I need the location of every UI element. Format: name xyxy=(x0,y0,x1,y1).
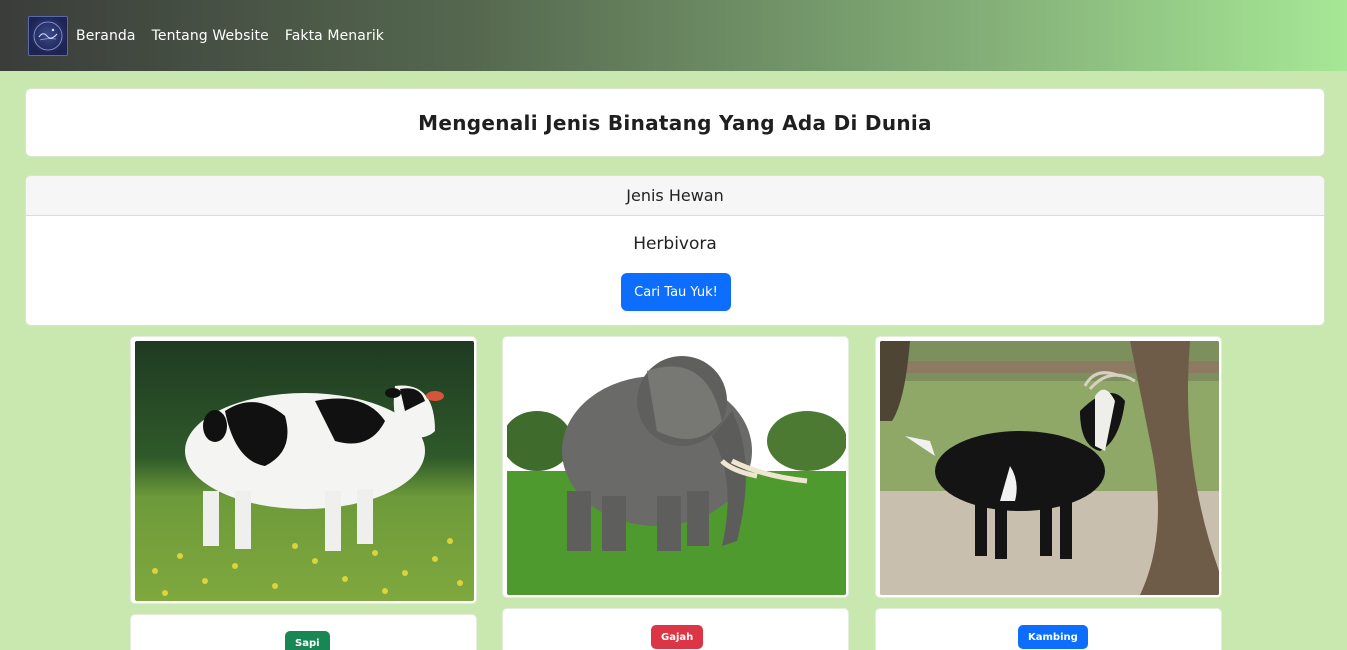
nav-link-tentang-website[interactable]: Tentang Website xyxy=(152,28,269,44)
navbar: Beranda Tentang Website Fakta Menarik xyxy=(0,0,1347,71)
cari-tau-button[interactable]: Cari Tau Yuk! xyxy=(621,273,731,311)
animal-badge-kambing[interactable]: Kambing xyxy=(1018,625,1088,649)
cow-label-card: Sapi xyxy=(130,614,477,650)
category-card: Jenis Hewan Herbivora Cari Tau Yuk! xyxy=(25,175,1325,326)
goat-photo-card xyxy=(875,336,1222,598)
elephant-image xyxy=(507,341,846,595)
category-header: Jenis Hewan xyxy=(26,176,1324,216)
elephant-label-card: Gajah xyxy=(502,608,849,650)
page-title: Mengenali Jenis Binatang Yang Ada Di Dun… xyxy=(418,110,932,135)
cow-image xyxy=(135,341,474,601)
goat-label-card: Kambing xyxy=(875,608,1222,650)
site-logo[interactable] xyxy=(28,15,68,56)
nav-link-beranda[interactable]: Beranda xyxy=(76,28,136,44)
nav-link-fakta-menarik[interactable]: Fakta Menarik xyxy=(285,28,384,44)
animal-badge-sapi[interactable]: Sapi xyxy=(285,631,330,650)
cow-photo-card xyxy=(130,336,477,604)
category-title: Herbivora xyxy=(633,234,717,254)
elephant-photo-card xyxy=(502,336,849,598)
title-card: Mengenali Jenis Binatang Yang Ada Di Dun… xyxy=(25,88,1325,157)
goat-image xyxy=(880,341,1219,595)
animal-badge-gajah[interactable]: Gajah xyxy=(651,625,704,649)
